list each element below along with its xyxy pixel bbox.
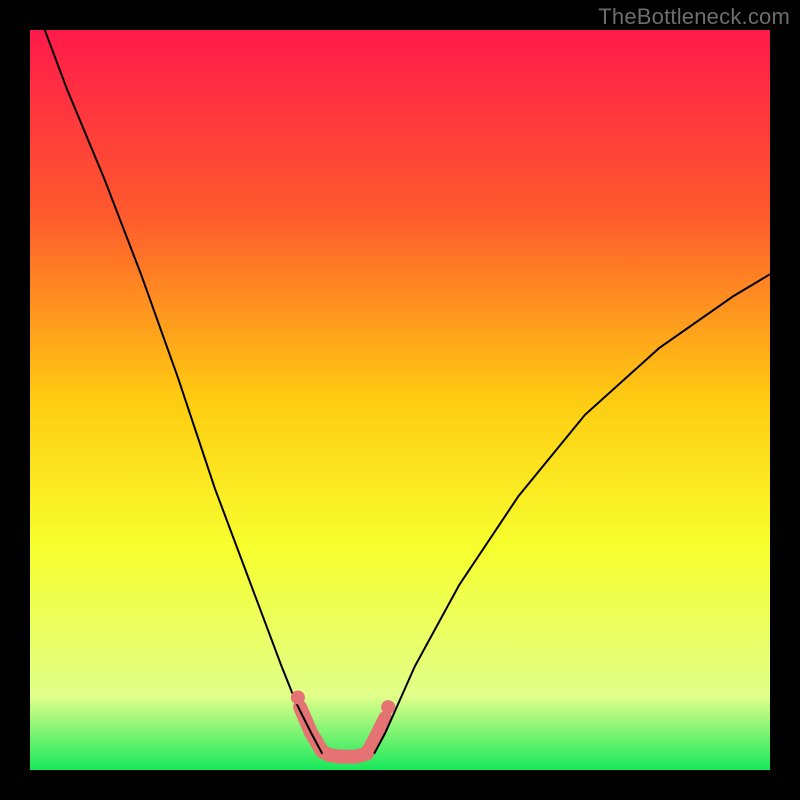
outer-frame: TheBottleneck.com <box>0 0 800 800</box>
watermark-text: TheBottleneck.com <box>598 4 790 30</box>
marker-dot-1 <box>381 700 395 714</box>
chart-svg <box>30 30 770 770</box>
gradient-background <box>30 30 770 770</box>
plot-area <box>30 30 770 770</box>
marker-dot-0 <box>291 690 305 704</box>
